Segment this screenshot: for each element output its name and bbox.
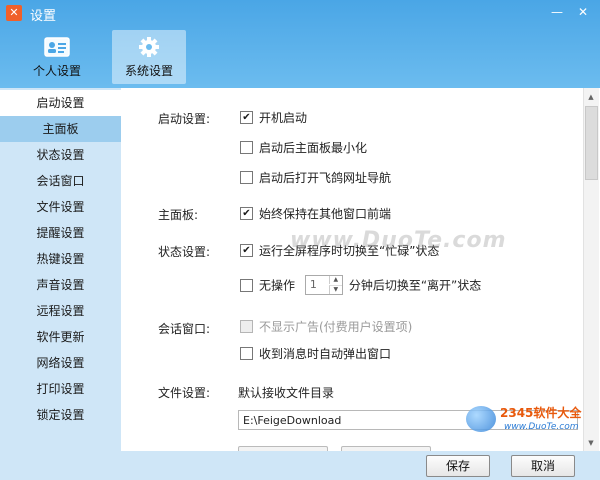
watermark-brand: 2345软件大全 bbox=[500, 406, 582, 420]
option-minimize-on-start[interactable]: 启动后主面板最小化 bbox=[240, 140, 367, 156]
option-prefix: 无操作 bbox=[259, 278, 296, 293]
tab-label: 系统设置 bbox=[124, 64, 173, 78]
option-open-nav[interactable]: 启动后打开飞鸽网址导航 bbox=[240, 170, 391, 186]
option-auto-popup[interactable]: 收到消息时自动弹出窗口 bbox=[240, 346, 391, 362]
sidebar-item-startup[interactable]: 启动设置 bbox=[0, 90, 121, 116]
globe-icon bbox=[466, 406, 496, 432]
watermark-text: www.DuoTe.com bbox=[290, 228, 507, 253]
save-button[interactable]: 保存 bbox=[426, 455, 490, 477]
cancel-button[interactable]: 取消 bbox=[511, 455, 575, 477]
checkbox[interactable] bbox=[240, 171, 253, 184]
option-label: 收到消息时自动弹出窗口 bbox=[259, 347, 392, 361]
window-title: 设置 bbox=[30, 9, 57, 24]
sidebar-item-chat-window[interactable]: 会话窗口 bbox=[0, 168, 121, 194]
default-dir-label: 默认接收文件目录 bbox=[238, 386, 335, 400]
scrollbar-thumb[interactable] bbox=[585, 106, 598, 180]
option-idle-away[interactable]: 无操作 1 ▲ ▼ 分钟后切换至“离开”状态 bbox=[240, 275, 482, 295]
idle-minutes-stepper[interactable]: 1 ▲ ▼ bbox=[304, 275, 343, 295]
option-always-on-top[interactable]: 始终保持在其他窗口前端 bbox=[240, 206, 391, 222]
section-label-startup: 启动设置: bbox=[158, 112, 211, 126]
sidebar-item-print[interactable]: 打印设置 bbox=[0, 376, 121, 402]
sidebar-item-file[interactable]: 文件设置 bbox=[0, 194, 121, 220]
checkbox[interactable] bbox=[240, 141, 253, 154]
checkbox[interactable] bbox=[240, 207, 253, 220]
sidebar-item-reminder[interactable]: 提醒设置 bbox=[0, 220, 121, 246]
scroll-up-icon[interactable]: ▲ bbox=[585, 90, 597, 104]
tab-system-settings[interactable]: 系统设置 bbox=[112, 30, 186, 84]
option-hide-ads: 不显示广告(付费用户设置项) bbox=[240, 319, 412, 335]
sidebar-item-remote[interactable]: 远程设置 bbox=[0, 298, 121, 324]
section-label-chat: 会话窗口: bbox=[158, 322, 211, 336]
section-label-status: 状态设置: bbox=[158, 245, 211, 259]
stepper-value: 1 bbox=[309, 278, 317, 291]
id-card-icon bbox=[44, 37, 70, 57]
stepper-up-icon[interactable]: ▲ bbox=[328, 276, 342, 284]
checkbox[interactable] bbox=[240, 111, 253, 124]
checkbox[interactable] bbox=[240, 347, 253, 360]
app-logo-icon: ✕ bbox=[6, 5, 22, 21]
option-label: 开机启动 bbox=[259, 111, 308, 125]
section-label-file: 文件设置: bbox=[158, 386, 211, 400]
checkbox[interactable] bbox=[240, 244, 253, 257]
sidebar-item-network[interactable]: 网络设置 bbox=[0, 350, 121, 376]
tab-label: 个人设置 bbox=[32, 64, 81, 78]
sidebar-item-sound[interactable]: 声音设置 bbox=[0, 272, 121, 298]
option-label: 启动后主面板最小化 bbox=[259, 141, 368, 155]
close-button[interactable]: ✕ bbox=[574, 4, 592, 20]
watermark-logo: 2345软件大全 www.DuoTe.com bbox=[460, 400, 600, 440]
sidebar-item-update[interactable]: 软件更新 bbox=[0, 324, 121, 350]
section-label-main-panel: 主面板: bbox=[158, 208, 199, 222]
sidebar-item-lock[interactable]: 锁定设置 bbox=[0, 402, 121, 428]
sidebar-item-status[interactable]: 状态设置 bbox=[0, 142, 121, 168]
sidebar: 启动设置 主面板 状态设置 会话窗口 文件设置 提醒设置 热键设置 声音设置 远… bbox=[0, 88, 121, 480]
tab-personal-settings[interactable]: 个人设置 bbox=[21, 30, 93, 84]
option-label: 启动后打开飞鸽网址导航 bbox=[259, 171, 392, 185]
gear-icon bbox=[139, 37, 159, 57]
option-label: 不显示广告(付费用户设置项) bbox=[259, 320, 413, 334]
option-label: 始终保持在其他窗口前端 bbox=[259, 207, 392, 221]
sidebar-item-main-panel[interactable]: 主面板 bbox=[0, 116, 121, 142]
settings-window: ✕ 设置 — ✕ 个人设置 系统设置 启动设置 主面板 状态设置 会话窗口 文件… bbox=[0, 0, 600, 480]
minimize-button[interactable]: — bbox=[548, 4, 566, 20]
option-suffix: 分钟后切换至“离开”状态 bbox=[348, 278, 482, 293]
option-auto-start[interactable]: 开机启动 bbox=[240, 110, 307, 126]
checkbox bbox=[240, 320, 253, 333]
title-bar: ✕ 设置 — ✕ bbox=[0, 0, 600, 26]
watermark-url: www.DuoTe.com bbox=[504, 422, 579, 432]
checkbox[interactable] bbox=[240, 278, 253, 292]
sidebar-item-hotkey[interactable]: 热键设置 bbox=[0, 246, 121, 272]
stepper-down-icon[interactable]: ▼ bbox=[328, 285, 342, 294]
